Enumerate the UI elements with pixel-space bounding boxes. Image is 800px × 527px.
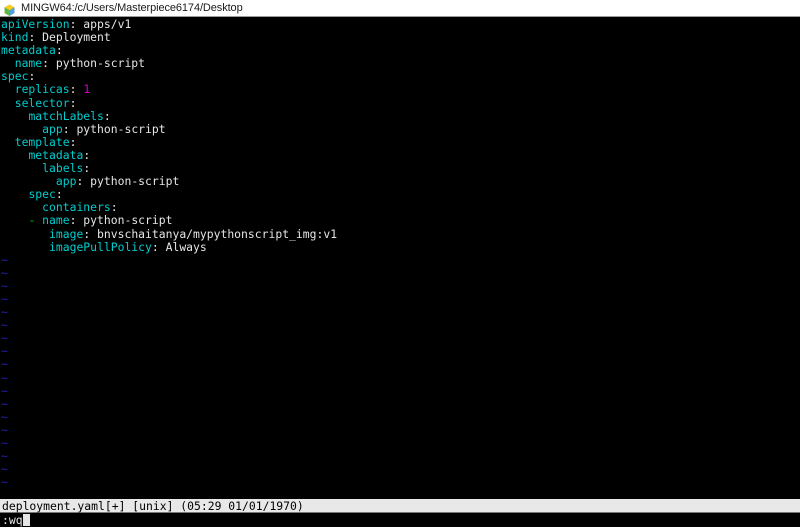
empty-line-marker: ~ [1,318,8,333]
empty-line-marker: ~ [1,278,8,293]
vim-statusline: deployment.yaml[+] [unix] (05:29 01/01/1… [0,498,800,513]
empty-line-marker: ~ [1,396,8,411]
vim-command-line[interactable]: :wq [0,513,800,527]
empty-line-marker: ~ [1,291,8,306]
empty-line-marker: ~ [1,344,8,359]
empty-line-marker: ~ [1,449,8,464]
buffer-line: apiVersion: apps/v1 [1,17,132,31]
empty-line-marker: ~ [1,422,8,437]
git-bash-icon [3,2,16,16]
buffer-line: name: python-script [14,56,146,71]
empty-line-marker: ~ [1,265,8,280]
window-titlebar: MINGW64:/c/Users/Masterpiece6174/Desktop [0,0,800,17]
buffer-line: template: [14,134,77,149]
buffer-line: spec: [28,187,63,202]
empty-line-marker: ~ [1,409,8,424]
text-cursor [22,514,30,526]
empty-line-marker: ~ [1,383,8,398]
terminal-window: MINGW64:/c/Users/Masterpiece6174/Desktop… [0,0,800,527]
buffer-line: kind: Deployment [1,30,111,45]
empty-line-marker: ~ [1,436,8,450]
empty-line-marker: ~ [1,357,8,372]
buffer-line: imagePullPolicy: Always [49,239,207,254]
empty-line-marker: ~ [1,252,8,267]
window-title: MINGW64:/c/Users/Masterpiece6174/Desktop [21,2,243,14]
buffer-line: replicas: 1 [14,82,91,97]
buffer-line: spec: [1,69,36,84]
empty-line-marker: ~ [1,370,8,385]
empty-line-marker: ~ [1,331,8,346]
empty-line-marker: ~ [1,305,8,320]
empty-line-marker: ~ [1,475,8,490]
buffer-line: app: python-script [42,121,166,136]
terminal-screen[interactable]: apiVersion: apps/v1 kind: Deployment metad… [0,17,800,498]
buffer-line: app: python-script [55,174,180,189]
buffer-line: selector: [14,95,77,110]
command-line-text: :wq [2,513,23,527]
buffer-line: metadata: [28,147,91,162]
vim-buffer[interactable]: apiVersion: apps/v1 kind: Deployment metad… [0,17,800,498]
empty-line-marker: ~ [1,462,8,477]
